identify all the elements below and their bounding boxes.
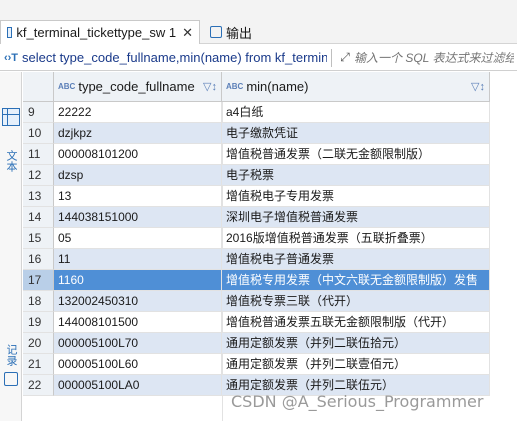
watermark: CSDN @A_Serious_Programmer — [231, 392, 484, 411]
table-row[interactable]: 18 132002450310 增值税专票三联（代开） — [23, 291, 490, 312]
table-row[interactable]: 15 05 2016版增值税普通发票（五联折叠票） — [23, 228, 490, 249]
cell-type-code[interactable]: 144008101500 — [54, 312, 222, 333]
row-number: 14 — [23, 207, 54, 228]
table-row[interactable]: 13 13 增值税电子专用发票 — [23, 186, 490, 207]
row-number: 20 — [23, 333, 54, 354]
filter-input[interactable] — [354, 50, 514, 65]
cell-type-code[interactable]: 144038151000 — [54, 207, 222, 228]
table-row[interactable]: 19 144008101500 增值税普通发票五联无金额限制版（代开） — [23, 312, 490, 333]
cell-type-code[interactable]: 000005100L70 — [54, 333, 222, 354]
cell-type-code[interactable]: 000005100L60 — [54, 354, 222, 375]
close-icon[interactable]: ✕ — [182, 25, 193, 41]
row-number: 12 — [23, 165, 54, 186]
cell-min-name[interactable]: 通用定额发票（并列二联壹佰元） — [222, 354, 490, 375]
table-row[interactable]: 10 dzjkpz 电子缴款凭证 — [23, 123, 490, 144]
tab-result[interactable]: kf_terminal_tickettype_sw 1 ✕ — [0, 20, 200, 44]
cell-min-name[interactable]: 增值税电子专用发票 — [222, 186, 490, 207]
result-grid: ABC type_code_fullname ▽↕ ABC min(name) … — [23, 72, 517, 421]
row-number: 19 — [23, 312, 54, 333]
tab-output-label: 输出 — [226, 25, 253, 41]
cell-type-code[interactable]: 22222 — [54, 102, 222, 123]
cell-min-name[interactable]: 增值税普通发票五联无金额限制版（代开） — [222, 312, 490, 333]
cell-type-code[interactable]: 000008101200 — [54, 144, 222, 165]
cell-min-name[interactable]: 增值税专票三联（代开） — [222, 291, 490, 312]
text-view-toggle[interactable]: 文本 — [3, 150, 19, 172]
row-number: 21 — [23, 354, 54, 375]
cell-min-name[interactable]: 增值税普通发票（二联无金额限制版） — [222, 144, 490, 165]
table-row[interactable]: 9 22222 a4白纸 — [23, 102, 490, 123]
cell-type-code[interactable]: 05 — [54, 228, 222, 249]
row-number: 18 — [23, 291, 54, 312]
row-number: 17 — [23, 270, 54, 291]
row-number: 16 — [23, 249, 54, 270]
tab-result-label: kf_terminal_tickettype_sw 1 — [16, 25, 177, 40]
row-number: 9 — [23, 102, 54, 123]
cell-type-code[interactable]: dzjkpz — [54, 123, 222, 144]
cell-min-name[interactable]: a4白纸 — [222, 102, 490, 123]
filter-divider — [331, 48, 332, 67]
row-number: 13 — [23, 186, 54, 207]
column-header-label: min(name) — [246, 79, 309, 94]
string-type-icon: ABC — [226, 82, 244, 91]
table-row[interactable]: 21 000005100L60 通用定额发票（并列二联壹佰元） — [23, 354, 490, 375]
cell-min-name[interactable]: 增值税专用发票（中文六联无金额限制版）发售 — [222, 270, 490, 291]
cell-type-code[interactable]: dzsp — [54, 165, 222, 186]
sidebar: 文本 记录 — [0, 72, 22, 421]
column-header-label: type_code_fullname — [78, 79, 195, 94]
column-header-min-name[interactable]: ABC min(name) ▽↕ — [222, 72, 490, 102]
cell-type-code[interactable]: 132002450310 — [54, 291, 222, 312]
filter-query-text[interactable]: select type_code_fullname,min(name) from… — [22, 50, 327, 65]
cell-min-name[interactable]: 通用定额发票（并列二联伍拾元） — [222, 333, 490, 354]
filter-icon[interactable]: ‹›T — [0, 52, 22, 64]
table-row[interactable]: 16 11 增值税电子普通发票 — [23, 249, 490, 270]
cell-type-code[interactable]: 1160 — [54, 270, 222, 291]
cell-min-name[interactable]: 电子缴款凭证 — [222, 123, 490, 144]
record-view-toggle[interactable]: 记录 — [3, 344, 19, 366]
record-icon[interactable] — [4, 372, 18, 386]
table-row-selected[interactable]: 17 1160 增值税专用发票（中文六联无金额限制版）发售 — [23, 270, 490, 291]
grid-view-icon[interactable] — [2, 108, 20, 126]
cell-min-name[interactable]: 增值税电子普通发票 — [222, 249, 490, 270]
tab-bar: kf_terminal_tickettype_sw 1 ✕ 输出 — [0, 0, 517, 44]
row-number: 15 — [23, 228, 54, 249]
row-number-header — [23, 72, 54, 102]
row-number: 10 — [23, 123, 54, 144]
cell-min-name[interactable]: 电子税票 — [222, 165, 490, 186]
output-icon — [210, 26, 222, 38]
cell-type-code[interactable]: 000005100LA0 — [54, 375, 222, 396]
filter-sort-icon[interactable]: ▽↕ — [471, 80, 485, 93]
cell-min-name[interactable]: 深圳电子增值税普通发票 — [222, 207, 490, 228]
row-number: 22 — [23, 375, 54, 396]
column-header-type-code-fullname[interactable]: ABC type_code_fullname ▽↕ — [54, 72, 222, 102]
cell-min-name[interactable]: 2016版增值税普通发票（五联折叠票） — [222, 228, 490, 249]
table-row[interactable]: 14 144038151000 深圳电子增值税普通发票 — [23, 207, 490, 228]
cell-type-code[interactable]: 11 — [54, 249, 222, 270]
string-type-icon: ABC — [58, 82, 76, 91]
table-icon — [7, 27, 13, 38]
tab-output[interactable]: 输出 — [204, 20, 264, 44]
cell-type-code[interactable]: 13 — [54, 186, 222, 207]
row-number: 11 — [23, 144, 54, 165]
table-row[interactable]: 11 000008101200 增值税普通发票（二联无金额限制版） — [23, 144, 490, 165]
filter-bar: ‹›T select type_code_fullname,min(name) … — [0, 45, 517, 71]
table-row[interactable]: 20 000005100L70 通用定额发票（并列二联伍拾元） — [23, 333, 490, 354]
table-row[interactable]: 12 dzsp 电子税票 — [23, 165, 490, 186]
filter-sort-icon[interactable]: ▽↕ — [203, 80, 217, 93]
expand-icon[interactable]: ⤢ — [336, 50, 354, 65]
